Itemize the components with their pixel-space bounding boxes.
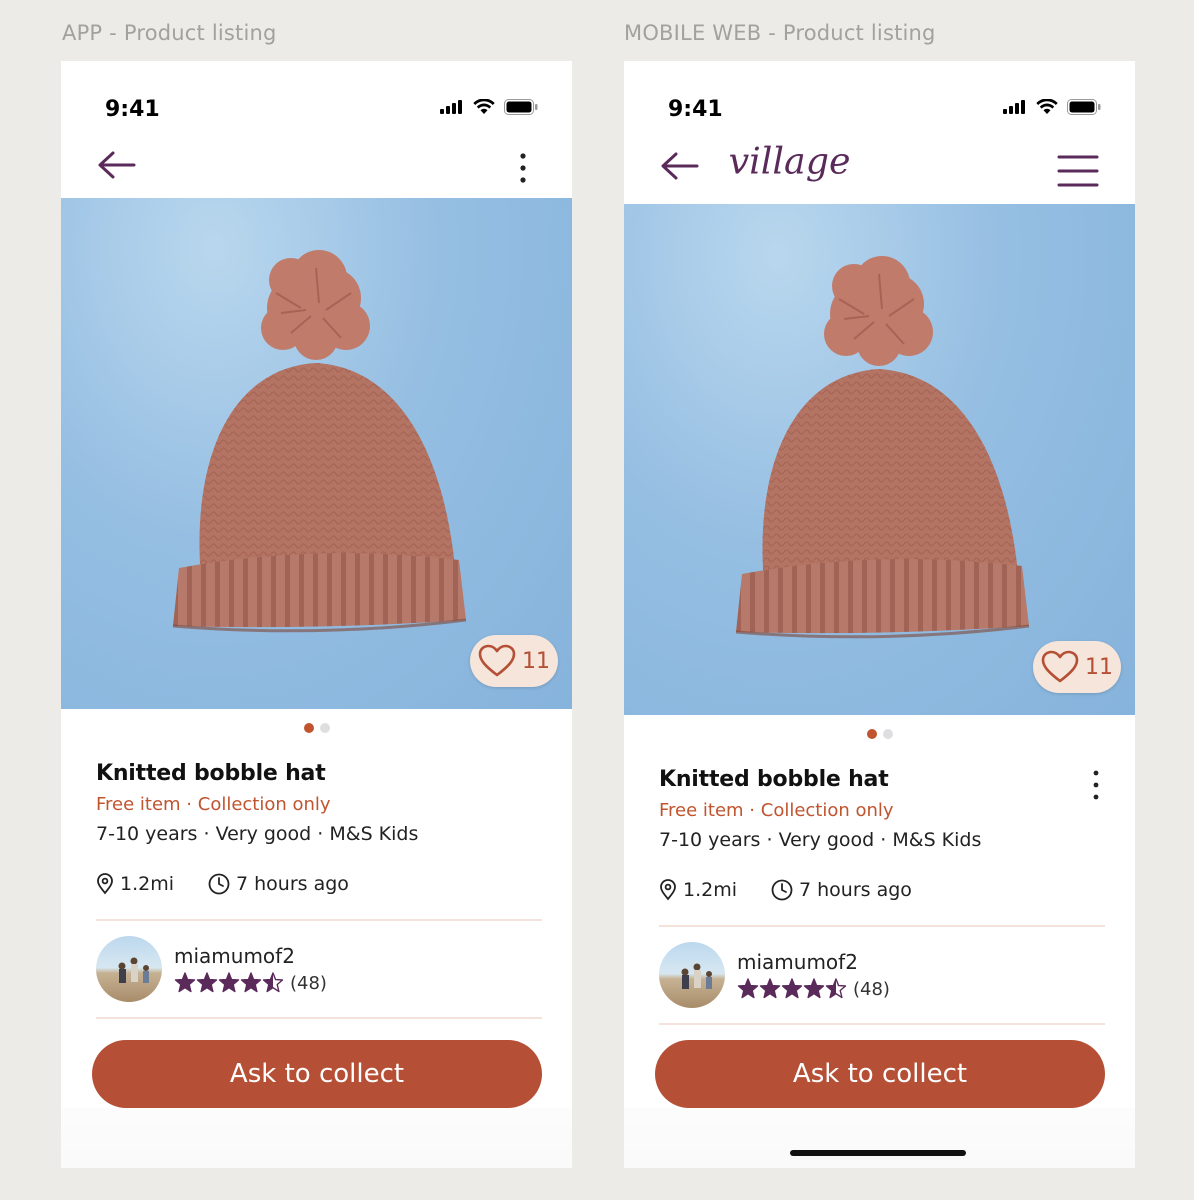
back-arrow-icon[interactable] [660,151,700,181]
avatar-image [118,957,149,983]
seller-name: miamumof2 [174,944,295,968]
village-logo[interactable]: village [720,137,870,197]
listing-subtitle: Free item · Collection only [96,794,331,815]
star-rating-icon [174,972,284,993]
location-row: 1.2mi 7 hours ago [96,873,383,895]
distance: 1.2mi [683,879,738,901]
ask-to-collect-button[interactable]: Ask to collect [92,1040,542,1108]
logo-text: village [729,139,851,182]
divider [96,1017,542,1019]
star-rating-icon [737,978,847,999]
seller-card[interactable]: miamumof2 (48) [659,942,890,1008]
seller-avatar[interactable] [659,942,725,1008]
wifi-icon [1036,99,1058,114]
pager-dot-active[interactable] [303,723,314,733]
status-bar: 9:41 [61,61,572,161]
bottom-fade [624,1108,1135,1168]
seller-card[interactable]: miamumof2 (48) [96,936,327,1002]
clock-icon [208,873,230,895]
status-time: 9:41 [105,97,160,122]
frame-label-app: APP - Product listing [62,21,277,45]
like-count: 11 [522,648,550,674]
seller-avatar[interactable] [96,936,162,1002]
pager-dot[interactable] [319,723,330,733]
avatar-image [681,963,712,989]
listing-meta: 7-10 years · Very good · M&S Kids [659,829,982,851]
pager-dot[interactable] [882,729,893,739]
more-vertical-icon[interactable] [1091,769,1101,801]
seller-rating: (48) [174,972,327,994]
divider [659,925,1105,927]
heart-icon [1041,650,1079,683]
image-pager[interactable] [624,729,1135,739]
product-photo[interactable]: 11 [61,198,572,709]
frame-label-web: MOBILE WEB - Product listing [624,21,936,45]
divider [96,919,542,921]
posted-time: 7 hours ago [799,879,912,901]
image-pager[interactable] [61,723,572,733]
signal-icon [1003,100,1025,114]
battery-icon [1067,99,1101,115]
rating-count: (48) [853,978,890,1000]
location-pin-icon [660,879,676,901]
like-button[interactable]: 11 [470,635,558,687]
hamburger-menu-icon[interactable] [1057,155,1099,187]
knitted-hat-image [735,256,1030,639]
seller-rating: (48) [737,978,890,1000]
listing-subtitle: Free item · Collection only [659,800,894,821]
back-arrow-icon[interactable] [97,150,137,180]
distance: 1.2mi [120,873,175,895]
clock-icon [771,879,793,901]
status-icons [1003,99,1101,115]
like-button[interactable]: 11 [1033,641,1121,693]
listing-details: Knitted bobble hat Free item · Collectio… [96,761,542,1019]
status-icons [440,99,538,115]
signal-icon [440,100,462,114]
listing-title: Knitted bobble hat [659,767,889,792]
heart-icon [478,644,516,677]
bottom-fade [61,1108,572,1168]
home-indicator[interactable] [790,1150,966,1156]
knitted-hat-image [172,250,467,633]
product-photo[interactable]: 11 [624,204,1135,715]
like-count: 11 [1085,654,1113,680]
listing-title: Knitted bobble hat [96,761,326,786]
listing-details: Knitted bobble hat Free item · Collectio… [659,767,1105,1025]
status-bar: 9:41 [624,61,1135,161]
app-phone-frame: 9:41 11 Knitted bobble hat Free item · C… [61,61,572,1168]
location-pin-icon [97,873,113,895]
ask-to-collect-button[interactable]: Ask to collect [655,1040,1105,1108]
seller-name: miamumof2 [737,950,858,974]
location-row: 1.2mi 7 hours ago [659,879,946,901]
divider [659,1023,1105,1025]
rating-count: (48) [290,972,327,994]
wifi-icon [473,99,495,114]
battery-icon [504,99,538,115]
more-vertical-icon[interactable] [516,152,530,184]
listing-meta: 7-10 years · Very good · M&S Kids [96,823,419,845]
pager-dot-active[interactable] [866,729,877,739]
status-time: 9:41 [668,97,723,122]
web-phone-frame: 9:41 village 11 Knitted bobble hat Free … [624,61,1135,1168]
posted-time: 7 hours ago [236,873,349,895]
